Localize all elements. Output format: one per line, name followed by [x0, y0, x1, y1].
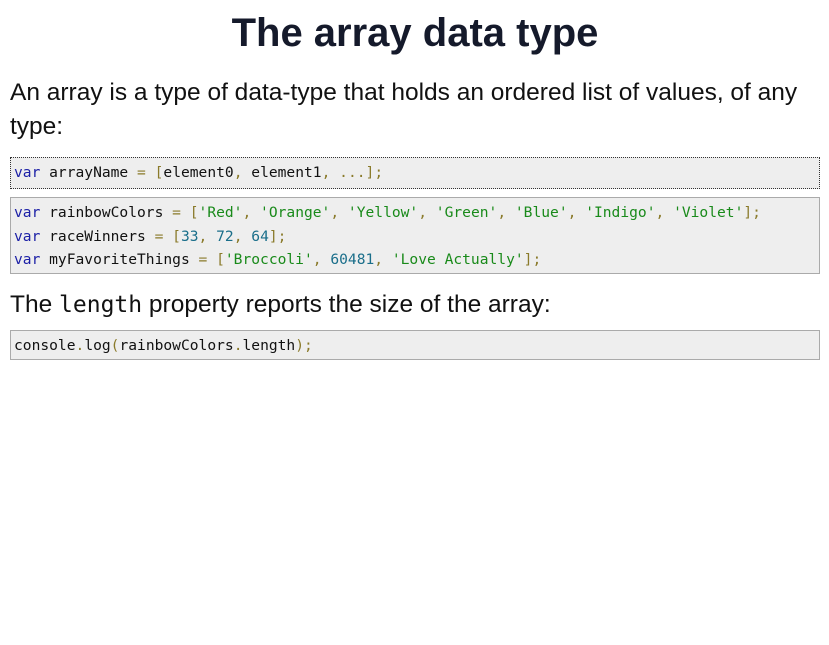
code-line: var raceWinners = [33, 72, 64];: [14, 225, 816, 249]
code-number: 64: [251, 227, 269, 245]
code-bracket: ];: [268, 227, 287, 245]
code-comma: ,: [198, 227, 217, 245]
code-identifier: length: [242, 337, 296, 354]
code-bracket: ];: [523, 251, 542, 268]
code-bracket: [: [207, 251, 225, 268]
length-inline-code: length: [59, 292, 143, 318]
code-comma: ,: [233, 164, 243, 181]
code-number: 72: [216, 227, 234, 245]
code-comma: ,: [312, 251, 331, 268]
code-comma: ,: [655, 204, 674, 221]
code-bracket: [: [180, 204, 199, 221]
code-identifier: myFavoriteThings: [40, 251, 199, 268]
code-string: 'Love Actually': [391, 251, 524, 268]
syntax-code-block[interactable]: var arrayName = [element0, element1, ...…: [10, 157, 820, 189]
code-operator: =: [172, 204, 181, 221]
code-keyword: var: [14, 251, 41, 268]
code-comma: ,: [374, 251, 392, 268]
code-line: console.log(rainbowColors.length);: [14, 334, 816, 358]
code-identifier: element1: [242, 164, 322, 181]
code-string: 'Broccoli': [224, 251, 313, 268]
code-string: 'Blue': [514, 204, 568, 221]
code-string: 'Orange': [260, 204, 331, 221]
code-string: 'Red': [198, 204, 243, 221]
examples-code-block[interactable]: var rainbowColors = ['Red', 'Orange', 'Y…: [10, 197, 820, 274]
length-paragraph-after: property reports the size of the array:: [142, 291, 551, 318]
code-operator: =: [198, 251, 208, 268]
code-identifier: log: [84, 337, 111, 354]
code-paren: );: [295, 337, 313, 354]
code-keyword: var: [14, 204, 41, 221]
code-identifier: element0: [163, 164, 234, 181]
code-identifier: rainbowColors: [119, 337, 234, 354]
intro-paragraph: An array is a type of data-type that hol…: [10, 79, 798, 140]
code-comma: ,: [418, 204, 436, 221]
code-comma: ,: [497, 204, 515, 221]
code-dot: .: [233, 337, 243, 354]
code-keyword: var: [14, 227, 41, 245]
length-code-block[interactable]: console.log(rainbowColors.length);: [10, 330, 820, 360]
code-number: 60481: [330, 251, 375, 268]
code-line: var rainbowColors = ['Red', 'Orange', 'Y…: [14, 201, 816, 225]
code-bracket: [: [163, 227, 181, 245]
code-comma: ,: [330, 204, 348, 221]
code-identifier: rainbowColors: [40, 204, 173, 221]
code-keyword: var: [14, 164, 41, 181]
code-string: 'Yellow': [347, 204, 419, 221]
code-string: 'Green': [435, 204, 498, 221]
code-string: 'Violet': [673, 204, 744, 221]
code-ellipsis: ...: [330, 164, 366, 181]
code-identifier: console: [14, 337, 76, 354]
code-line: var myFavoriteThings = ['Broccoli', 6048…: [14, 248, 816, 272]
code-dot: .: [75, 337, 85, 354]
page: The array data type An array is a type o…: [10, 0, 820, 360]
code-comma: ,: [233, 227, 252, 245]
code-number: 33: [180, 227, 199, 245]
code-operator: =: [137, 164, 146, 181]
code-comma: ,: [242, 204, 261, 221]
length-paragraph: The length property reports the size of …: [10, 290, 820, 320]
length-paragraph-before: The: [10, 291, 60, 318]
code-line: var arrayName = [element0, element1, ...…: [14, 161, 816, 185]
code-string: 'Indigo': [585, 204, 656, 221]
code-identifier: raceWinners: [40, 227, 155, 245]
page-title: The array data type: [231, 11, 599, 55]
code-bracket: ];: [365, 164, 384, 181]
code-comma: ,: [567, 204, 586, 221]
code-identifier: arrayName: [40, 164, 138, 181]
code-bracket: ];: [743, 204, 761, 221]
